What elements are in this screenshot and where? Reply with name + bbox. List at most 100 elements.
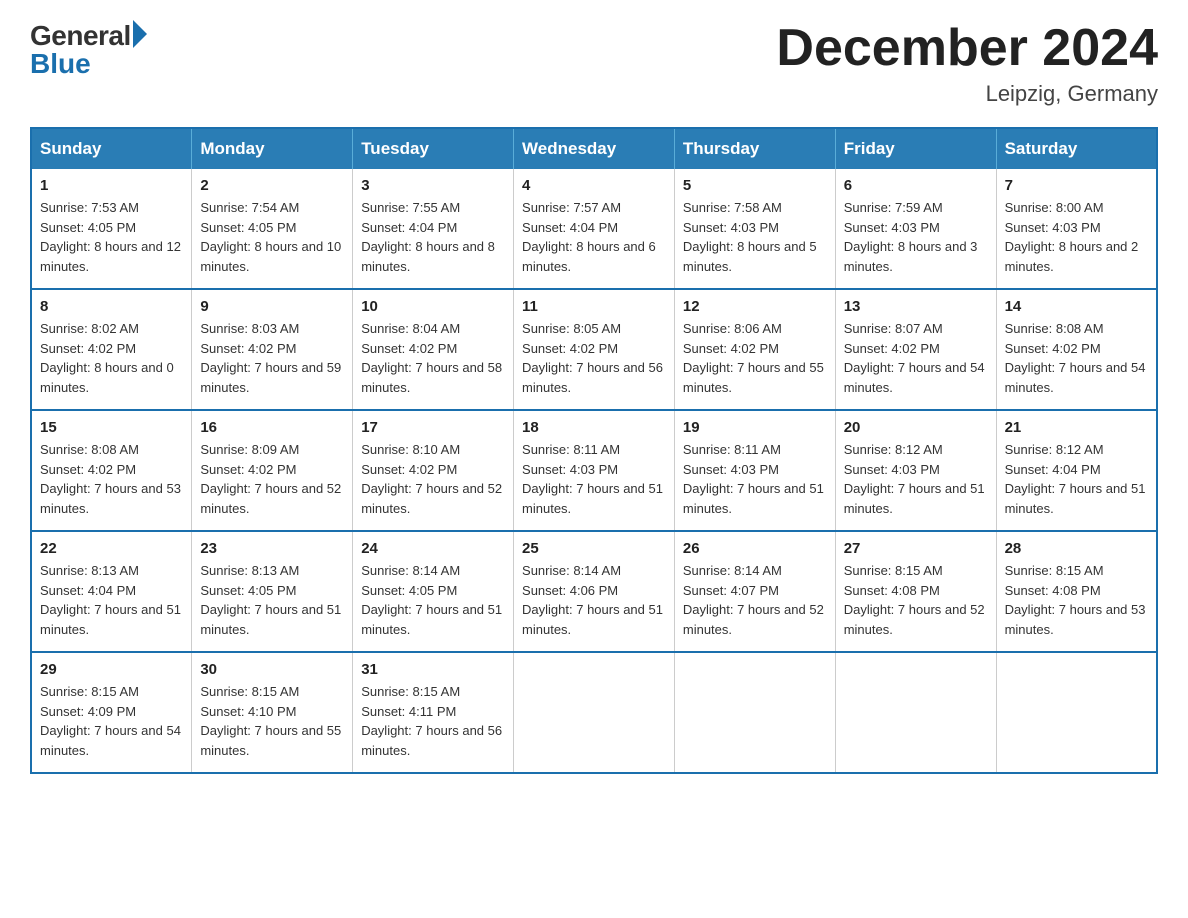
calendar-week-row: 8 Sunrise: 8:02 AMSunset: 4:02 PMDayligh… [31,289,1157,410]
day-info: Sunrise: 8:09 AMSunset: 4:02 PMDaylight:… [200,442,341,516]
calendar-cell: 20 Sunrise: 8:12 AMSunset: 4:03 PMDaylig… [835,410,996,531]
day-number: 9 [200,298,344,315]
calendar-cell: 15 Sunrise: 8:08 AMSunset: 4:02 PMDaylig… [31,410,192,531]
month-title: December 2024 [776,20,1158,77]
calendar-cell: 27 Sunrise: 8:15 AMSunset: 4:08 PMDaylig… [835,531,996,652]
day-number: 16 [200,419,344,436]
day-info: Sunrise: 8:07 AMSunset: 4:02 PMDaylight:… [844,321,985,395]
calendar-cell: 2 Sunrise: 7:54 AMSunset: 4:05 PMDayligh… [192,169,353,289]
day-number: 19 [683,419,827,436]
calendar-cell: 9 Sunrise: 8:03 AMSunset: 4:02 PMDayligh… [192,289,353,410]
day-info: Sunrise: 8:14 AMSunset: 4:05 PMDaylight:… [361,563,502,637]
logo-arrow-icon [133,20,147,48]
calendar-cell [674,652,835,773]
column-header-sunday: Sunday [31,128,192,169]
title-block: December 2024 Leipzig, Germany [776,20,1158,107]
day-number: 31 [361,661,505,678]
day-number: 22 [40,540,183,557]
column-header-wednesday: Wednesday [514,128,675,169]
calendar-cell: 17 Sunrise: 8:10 AMSunset: 4:02 PMDaylig… [353,410,514,531]
calendar-cell: 8 Sunrise: 8:02 AMSunset: 4:02 PMDayligh… [31,289,192,410]
day-info: Sunrise: 7:54 AMSunset: 4:05 PMDaylight:… [200,200,341,274]
day-info: Sunrise: 8:15 AMSunset: 4:10 PMDaylight:… [200,684,341,758]
day-number: 5 [683,177,827,194]
day-number: 2 [200,177,344,194]
column-header-tuesday: Tuesday [353,128,514,169]
calendar-cell: 23 Sunrise: 8:13 AMSunset: 4:05 PMDaylig… [192,531,353,652]
day-number: 26 [683,540,827,557]
day-number: 12 [683,298,827,315]
calendar-cell: 14 Sunrise: 8:08 AMSunset: 4:02 PMDaylig… [996,289,1157,410]
day-info: Sunrise: 8:13 AMSunset: 4:04 PMDaylight:… [40,563,181,637]
column-header-monday: Monday [192,128,353,169]
day-info: Sunrise: 8:06 AMSunset: 4:02 PMDaylight:… [683,321,824,395]
calendar-week-row: 22 Sunrise: 8:13 AMSunset: 4:04 PMDaylig… [31,531,1157,652]
day-number: 6 [844,177,988,194]
day-number: 7 [1005,177,1148,194]
day-info: Sunrise: 8:15 AMSunset: 4:11 PMDaylight:… [361,684,502,758]
day-info: Sunrise: 8:15 AMSunset: 4:09 PMDaylight:… [40,684,181,758]
day-number: 23 [200,540,344,557]
calendar-week-row: 15 Sunrise: 8:08 AMSunset: 4:02 PMDaylig… [31,410,1157,531]
day-info: Sunrise: 7:59 AMSunset: 4:03 PMDaylight:… [844,200,978,274]
day-info: Sunrise: 8:08 AMSunset: 4:02 PMDaylight:… [40,442,181,516]
day-info: Sunrise: 8:15 AMSunset: 4:08 PMDaylight:… [1005,563,1146,637]
day-number: 3 [361,177,505,194]
day-info: Sunrise: 8:15 AMSunset: 4:08 PMDaylight:… [844,563,985,637]
day-info: Sunrise: 7:53 AMSunset: 4:05 PMDaylight:… [40,200,181,274]
day-info: Sunrise: 8:04 AMSunset: 4:02 PMDaylight:… [361,321,502,395]
day-number: 14 [1005,298,1148,315]
day-number: 13 [844,298,988,315]
day-info: Sunrise: 8:00 AMSunset: 4:03 PMDaylight:… [1005,200,1139,274]
day-number: 28 [1005,540,1148,557]
calendar-week-row: 1 Sunrise: 7:53 AMSunset: 4:05 PMDayligh… [31,169,1157,289]
day-info: Sunrise: 8:11 AMSunset: 4:03 PMDaylight:… [522,442,663,516]
calendar-cell: 24 Sunrise: 8:14 AMSunset: 4:05 PMDaylig… [353,531,514,652]
calendar-table: SundayMondayTuesdayWednesdayThursdayFrid… [30,127,1158,774]
day-info: Sunrise: 8:12 AMSunset: 4:03 PMDaylight:… [844,442,985,516]
calendar-cell: 11 Sunrise: 8:05 AMSunset: 4:02 PMDaylig… [514,289,675,410]
calendar-week-row: 29 Sunrise: 8:15 AMSunset: 4:09 PMDaylig… [31,652,1157,773]
calendar-header-row: SundayMondayTuesdayWednesdayThursdayFrid… [31,128,1157,169]
calendar-cell: 10 Sunrise: 8:04 AMSunset: 4:02 PMDaylig… [353,289,514,410]
calendar-cell: 12 Sunrise: 8:06 AMSunset: 4:02 PMDaylig… [674,289,835,410]
day-number: 8 [40,298,183,315]
day-info: Sunrise: 7:57 AMSunset: 4:04 PMDaylight:… [522,200,656,274]
calendar-cell [835,652,996,773]
calendar-cell: 30 Sunrise: 8:15 AMSunset: 4:10 PMDaylig… [192,652,353,773]
calendar-cell [514,652,675,773]
calendar-cell: 28 Sunrise: 8:15 AMSunset: 4:08 PMDaylig… [996,531,1157,652]
day-info: Sunrise: 7:58 AMSunset: 4:03 PMDaylight:… [683,200,817,274]
day-number: 30 [200,661,344,678]
day-number: 11 [522,298,666,315]
day-info: Sunrise: 8:05 AMSunset: 4:02 PMDaylight:… [522,321,663,395]
day-number: 21 [1005,419,1148,436]
day-number: 27 [844,540,988,557]
day-number: 18 [522,419,666,436]
day-info: Sunrise: 8:12 AMSunset: 4:04 PMDaylight:… [1005,442,1146,516]
day-number: 10 [361,298,505,315]
calendar-cell: 22 Sunrise: 8:13 AMSunset: 4:04 PMDaylig… [31,531,192,652]
calendar-cell: 29 Sunrise: 8:15 AMSunset: 4:09 PMDaylig… [31,652,192,773]
calendar-cell: 6 Sunrise: 7:59 AMSunset: 4:03 PMDayligh… [835,169,996,289]
column-header-thursday: Thursday [674,128,835,169]
calendar-cell: 16 Sunrise: 8:09 AMSunset: 4:02 PMDaylig… [192,410,353,531]
day-number: 29 [40,661,183,678]
calendar-cell: 7 Sunrise: 8:00 AMSunset: 4:03 PMDayligh… [996,169,1157,289]
calendar-cell: 1 Sunrise: 7:53 AMSunset: 4:05 PMDayligh… [31,169,192,289]
day-number: 15 [40,419,183,436]
day-info: Sunrise: 8:02 AMSunset: 4:02 PMDaylight:… [40,321,174,395]
day-number: 17 [361,419,505,436]
day-info: Sunrise: 7:55 AMSunset: 4:04 PMDaylight:… [361,200,495,274]
day-info: Sunrise: 8:03 AMSunset: 4:02 PMDaylight:… [200,321,341,395]
calendar-cell: 26 Sunrise: 8:14 AMSunset: 4:07 PMDaylig… [674,531,835,652]
day-info: Sunrise: 8:14 AMSunset: 4:07 PMDaylight:… [683,563,824,637]
day-info: Sunrise: 8:10 AMSunset: 4:02 PMDaylight:… [361,442,502,516]
calendar-cell: 4 Sunrise: 7:57 AMSunset: 4:04 PMDayligh… [514,169,675,289]
day-number: 4 [522,177,666,194]
day-info: Sunrise: 8:11 AMSunset: 4:03 PMDaylight:… [683,442,824,516]
calendar-cell: 18 Sunrise: 8:11 AMSunset: 4:03 PMDaylig… [514,410,675,531]
location-label: Leipzig, Germany [776,81,1158,107]
calendar-cell: 3 Sunrise: 7:55 AMSunset: 4:04 PMDayligh… [353,169,514,289]
page-header: General Blue December 2024 Leipzig, Germ… [30,20,1158,107]
